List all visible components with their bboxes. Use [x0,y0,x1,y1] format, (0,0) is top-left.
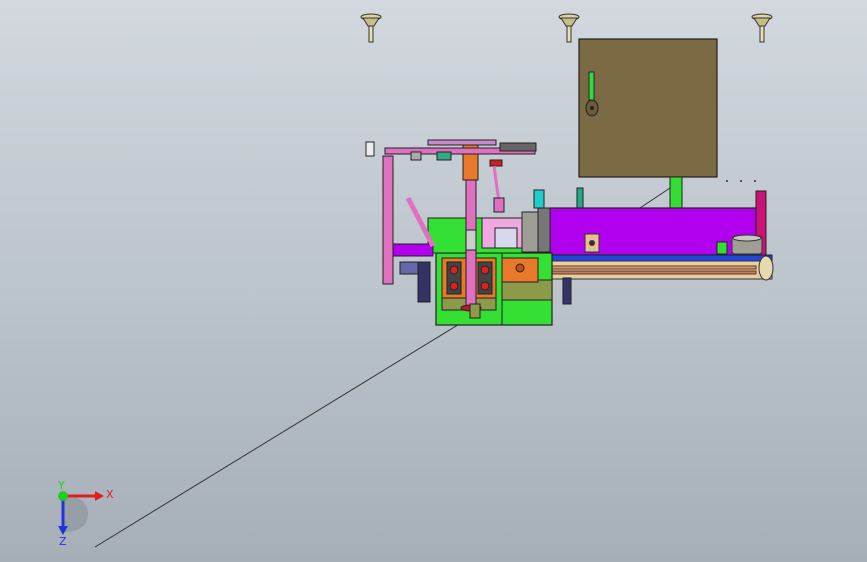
z-axis-label: Z [59,535,67,548]
construction-line-short [639,187,671,209]
assembly-model[interactable] [0,0,867,562]
marker-dots [726,180,756,182]
y-axis-icon [58,491,68,501]
x-axis-arrow-icon [95,491,104,501]
y-axis-label: Y [57,480,65,492]
leveling-foot-left[interactable] [360,13,382,43]
left-bracket-block [399,261,419,275]
cabinet-stand[interactable] [669,176,683,211]
conveyor-belt[interactable] [536,254,774,281]
cad-viewport[interactable]: X Y Z [0,0,867,562]
right-foot-block [562,277,572,305]
control-cabinet[interactable] [578,38,718,178]
leveling-foot-right[interactable] [751,13,773,43]
cabinet-stand-left [576,187,584,209]
leveling-foot-center[interactable] [558,13,580,43]
x-axis-label: X [106,488,114,501]
construction-line [94,292,511,548]
center-fixture[interactable] [481,189,551,253]
left-bracket [392,243,434,257]
coordinate-triad-icon: X Y Z [57,480,114,548]
left-lower-block [417,261,431,303]
left-post[interactable] [382,155,394,285]
linkage-clamp [493,197,505,213]
center-foot [469,303,481,319]
